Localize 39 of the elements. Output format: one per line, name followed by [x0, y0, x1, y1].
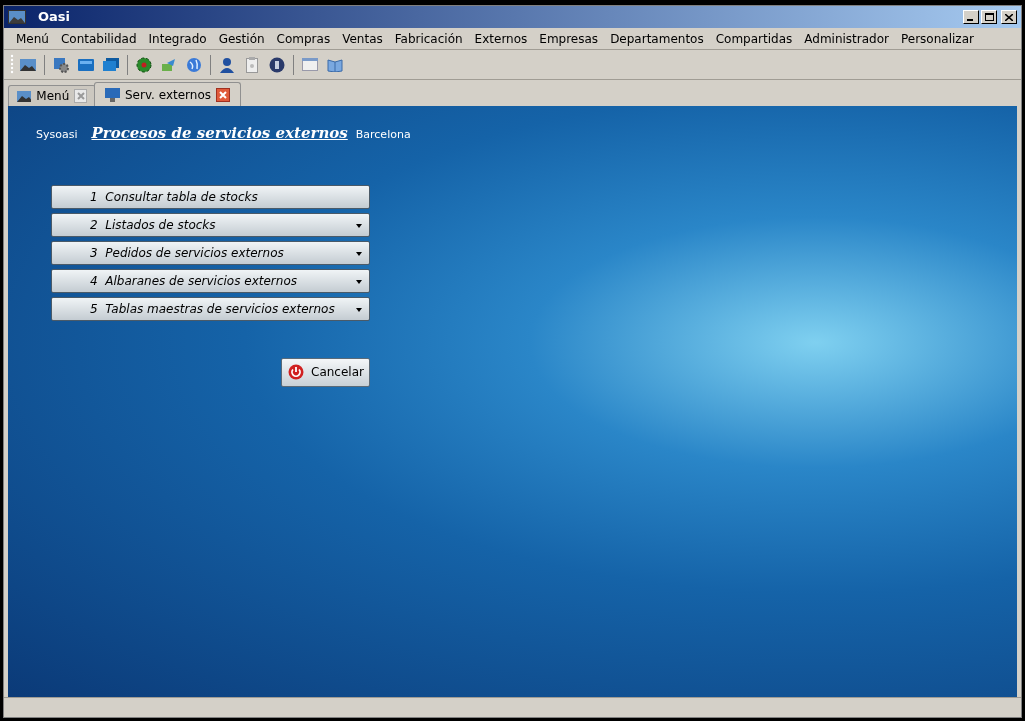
- menu-item[interactable]: Menú: [11, 29, 54, 48]
- menu-item[interactable]: Administrador: [799, 29, 894, 48]
- menu-item[interactable]: Gestión: [213, 29, 270, 48]
- toolbar-grip-icon: [10, 53, 14, 76]
- minimize-icon: [967, 19, 975, 21]
- menu-item[interactable]: Fabricación: [389, 29, 468, 48]
- close-icon: [1005, 13, 1013, 21]
- window-title: Oasi: [38, 8, 71, 27]
- landscape-icon: [8, 10, 26, 24]
- menu-item[interactable]: Compartidas: [710, 29, 798, 48]
- user-name: Sysoasi: [36, 127, 78, 143]
- menu-item[interactable]: Ventas: [337, 29, 388, 48]
- menu-item[interactable]: Empresas: [534, 29, 604, 48]
- menu-option-button[interactable]: 2 Listados de stocks: [51, 212, 370, 237]
- menu-item[interactable]: Departamentos: [605, 29, 709, 48]
- menu-option-button[interactable]: 1 Consultar tabla de stocks: [51, 184, 370, 209]
- location-name: Barcelona: [355, 127, 411, 143]
- tab[interactable]: Serv. externos: [94, 82, 241, 106]
- menu-item[interactable]: Personalizar: [896, 29, 979, 48]
- menu-item[interactable]: Compras: [271, 29, 336, 48]
- landscape-icon: [17, 90, 32, 102]
- minimize-button[interactable]: [963, 10, 979, 24]
- page-title: Procesos de servicios externos: [91, 123, 348, 144]
- menu-option-button[interactable]: 4 Albaranes de servicios externos: [51, 268, 370, 293]
- maximize-icon: [984, 13, 994, 21]
- cancel-button[interactable]: Cancelar: [281, 357, 370, 387]
- tab-label: Menú: [36, 88, 70, 105]
- menu-item[interactable]: Integrado: [143, 29, 212, 48]
- menu-item[interactable]: Contabilidad: [55, 29, 142, 48]
- close-tab-button[interactable]: [216, 87, 230, 102]
- close-button[interactable]: [1001, 10, 1017, 24]
- maximize-button[interactable]: [981, 10, 997, 24]
- tab[interactable]: Menú: [8, 85, 96, 106]
- menu-item[interactable]: Externos: [469, 29, 533, 48]
- tab-label: Serv. externos: [125, 86, 211, 104]
- menu-option-button[interactable]: 3 Pedidos de servicios externos: [51, 240, 370, 265]
- monitor-icon: [105, 87, 120, 102]
- menu-option-button[interactable]: 5 Tablas maestras de servicios externos: [51, 296, 370, 321]
- power-icon: [288, 364, 304, 380]
